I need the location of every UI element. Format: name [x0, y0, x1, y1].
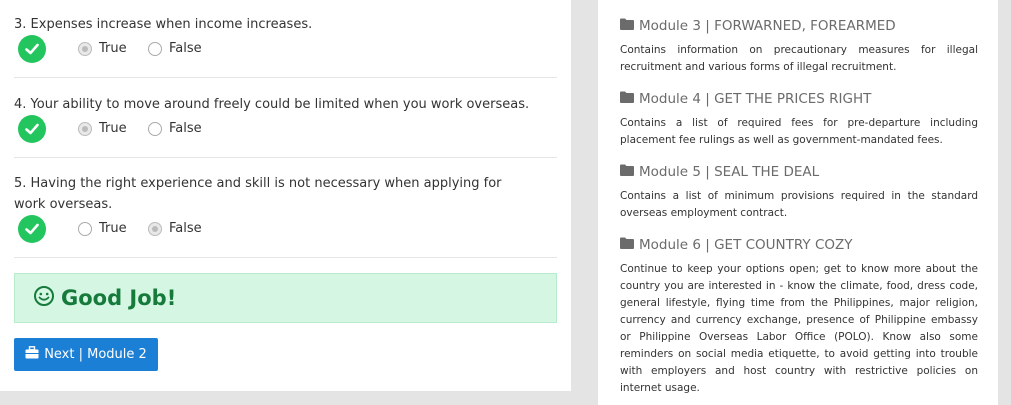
- option-true[interactable]: True: [78, 121, 127, 136]
- question-text: 3. Expenses increase when income increas…: [14, 17, 313, 32]
- option-true[interactable]: True: [78, 221, 127, 236]
- radio-false[interactable]: [148, 41, 162, 56]
- divider: [14, 257, 557, 258]
- result-alert: Good Job!: [14, 273, 557, 323]
- check-circle-icon: [18, 35, 46, 63]
- next-module-button[interactable]: Next | Module 2: [14, 338, 158, 371]
- radio-false[interactable]: [148, 221, 162, 236]
- radio-true[interactable]: [78, 121, 92, 136]
- divider: [14, 77, 557, 78]
- option-false[interactable]: False: [148, 221, 202, 236]
- option-false[interactable]: False: [148, 41, 202, 56]
- module-description: Contains information on precautionary me…: [620, 44, 978, 73]
- result-message: Good Job!: [61, 286, 177, 310]
- modules-panel: Module 3 | FORWARNED, FOREARMED Contains…: [598, 0, 998, 405]
- question-3: 3. Expenses increase when income increas…: [14, 14, 558, 63]
- quiz-panel: 3. Expenses increase when income increas…: [0, 0, 571, 391]
- check-circle-icon: [18, 115, 46, 143]
- option-label: False: [169, 41, 202, 56]
- folder-icon: [620, 237, 634, 253]
- option-label: False: [169, 221, 202, 236]
- question-text: 4. Your ability to move around freely co…: [14, 97, 530, 112]
- folder-icon: [620, 164, 634, 180]
- next-button-label: Next | Module 2: [44, 347, 147, 362]
- module-description: Continue to keep your options open; get …: [620, 263, 978, 394]
- folder-icon: [620, 91, 634, 107]
- radio-true[interactable]: [78, 221, 92, 236]
- module-4: Module 4 | GET THE PRICES RIGHT Contains…: [620, 91, 978, 149]
- module-title[interactable]: Module 6 | GET COUNTRY COZY: [639, 237, 853, 253]
- folder-icon: [620, 18, 634, 34]
- briefcase-icon: [25, 346, 39, 363]
- divider: [14, 157, 557, 158]
- module-description: Contains a list of required fees for pre…: [620, 117, 978, 146]
- module-3: Module 3 | FORWARNED, FOREARMED Contains…: [620, 18, 978, 76]
- option-false[interactable]: False: [148, 121, 202, 136]
- radio-false[interactable]: [148, 121, 162, 136]
- question-5: 5. Having the right experience and skill…: [14, 173, 558, 243]
- module-title[interactable]: Module 4 | GET THE PRICES RIGHT: [639, 91, 871, 107]
- option-label: True: [99, 221, 127, 236]
- module-5: Module 5 | SEAL THE DEAL Contains a list…: [620, 164, 978, 222]
- module-6: Module 6 | GET COUNTRY COZY Continue to …: [620, 237, 978, 397]
- question-4: 4. Your ability to move around freely co…: [14, 94, 558, 143]
- option-label: True: [99, 121, 127, 136]
- module-title[interactable]: Module 5 | SEAL THE DEAL: [639, 164, 819, 180]
- radio-true[interactable]: [78, 41, 92, 56]
- module-description: Contains a list of minimum provisions re…: [620, 190, 978, 219]
- smile-icon: [33, 285, 55, 311]
- option-true[interactable]: True: [78, 41, 127, 56]
- option-label: False: [169, 121, 202, 136]
- question-text: 5. Having the right experience and skill…: [14, 176, 502, 212]
- option-label: True: [99, 41, 127, 56]
- module-title[interactable]: Module 3 | FORWARNED, FOREARMED: [639, 18, 896, 34]
- check-circle-icon: [18, 215, 46, 243]
